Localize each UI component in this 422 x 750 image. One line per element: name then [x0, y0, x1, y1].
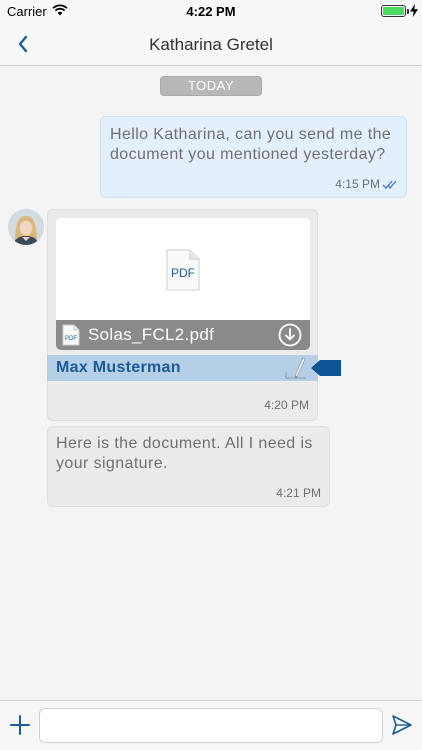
status-time: 4:22 PM — [186, 4, 236, 19]
chat-screen: Carrier 4:22 PM Katharina Gretel TODAY H… — [0, 0, 422, 750]
signature-pen-icon[interactable] — [284, 355, 308, 381]
double-check-icon — [382, 180, 397, 189]
message-input[interactable] — [39, 708, 383, 743]
pdf-file-icon: PDF — [166, 249, 200, 291]
navigation-bar: Katharina Gretel — [0, 22, 422, 66]
message-text: Hello Katharina, can you send me the doc… — [110, 126, 392, 163]
download-icon — [278, 323, 302, 347]
send-icon — [392, 715, 412, 735]
message-time: 4:20 PM — [264, 398, 309, 412]
signer-marker-arrow-icon — [311, 360, 341, 376]
battery-icon — [381, 5, 406, 17]
battery-level — [383, 7, 404, 15]
add-attachment-button[interactable] — [8, 713, 32, 737]
plus-icon — [10, 715, 30, 735]
charging-bolt-icon — [410, 4, 418, 17]
avatar-portrait — [8, 209, 44, 245]
attachment-filename: Solas_FCL2.pdf — [88, 325, 215, 344]
pdf-icon-label: PDF — [65, 336, 77, 342]
incoming-message[interactable]: Here is the document. All I need is your… — [47, 426, 330, 507]
incoming-attachment-message: PDF PDF Solas_FCL2.pdf Max Musterman 4:2… — [47, 209, 318, 421]
signer-name: Max Musterman — [56, 359, 181, 376]
outgoing-message[interactable]: Hello Katharina, can you send me the doc… — [100, 116, 407, 198]
conversation-title: Katharina Gretel — [149, 35, 273, 54]
download-button[interactable] — [278, 323, 302, 347]
date-separator: TODAY — [160, 76, 262, 96]
message-time: 4:15 PM — [335, 177, 380, 191]
message-time: 4:21 PM — [276, 486, 321, 500]
message-composer — [0, 700, 422, 750]
pdf-small-icon: PDF — [62, 324, 80, 346]
contact-avatar[interactable] — [8, 209, 44, 245]
message-text: Here is the document. All I need is your… — [56, 435, 313, 472]
status-bar: Carrier 4:22 PM — [0, 0, 422, 22]
signer-row[interactable]: Max Musterman — [47, 355, 318, 381]
battery-tip — [407, 9, 409, 14]
attachment-bar: PDF Solas_FCL2.pdf — [56, 320, 310, 350]
pdf-attachment[interactable]: PDF PDF Solas_FCL2.pdf — [56, 218, 310, 350]
send-button[interactable] — [390, 713, 414, 737]
pdf-preview-label: PDF — [171, 266, 195, 280]
